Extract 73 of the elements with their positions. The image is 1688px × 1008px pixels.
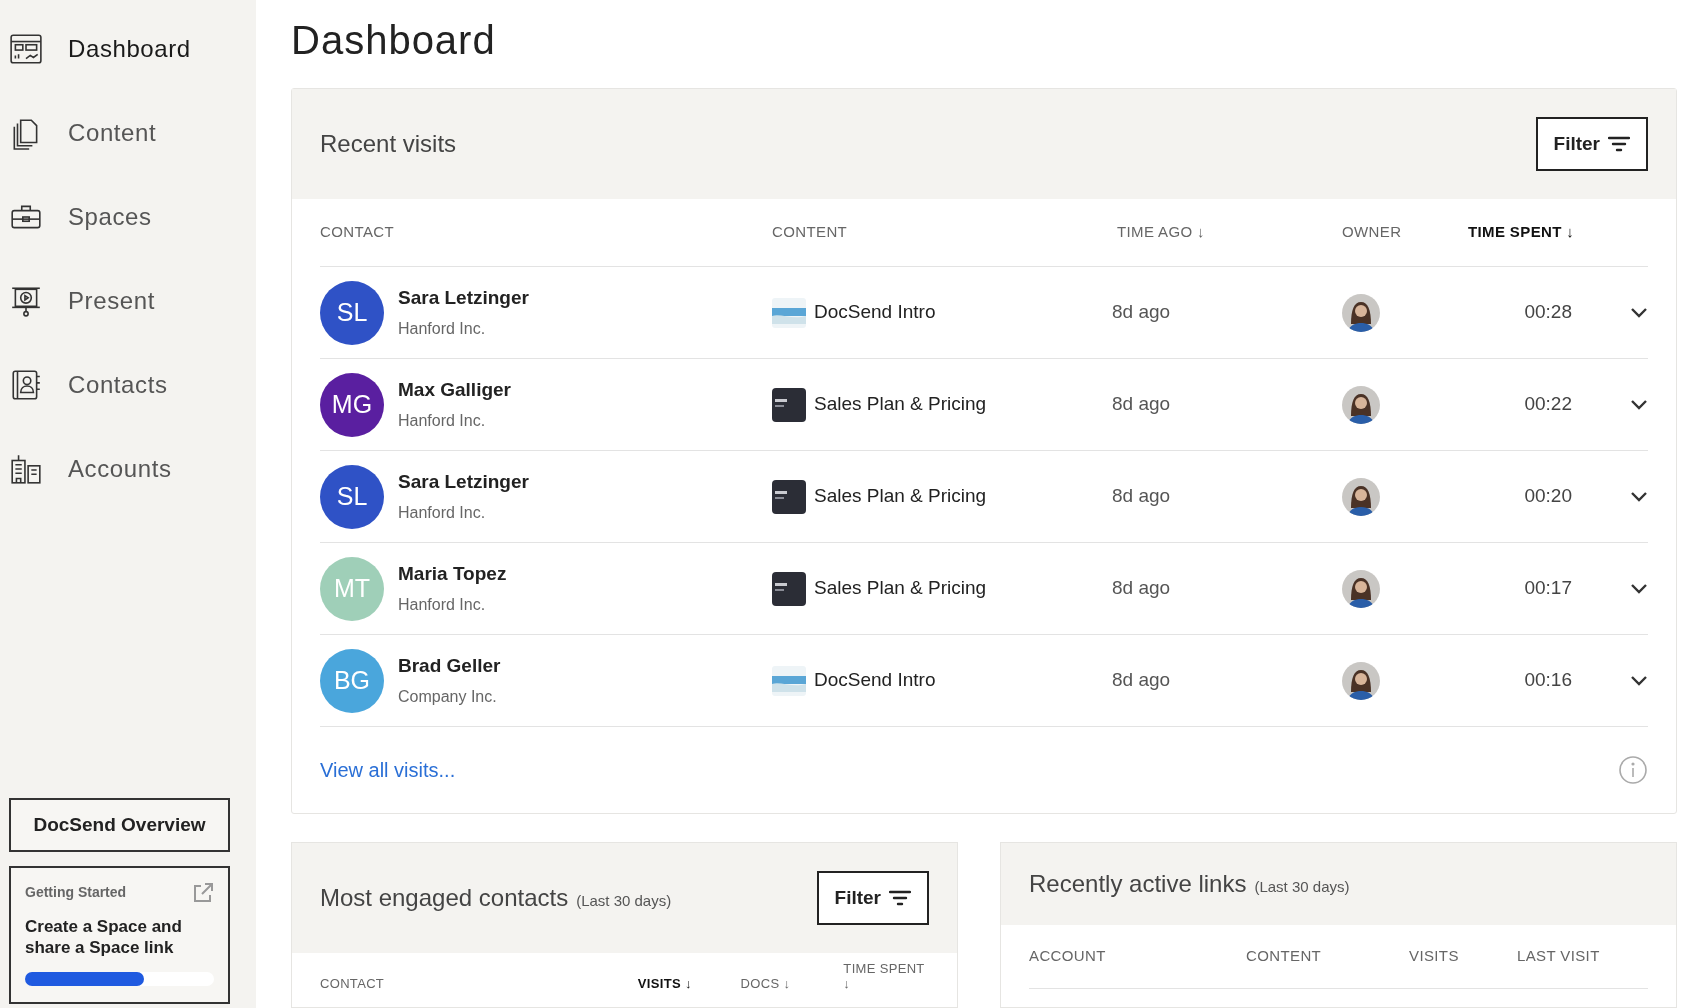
content-title[interactable]: DocSend Intro <box>814 666 936 695</box>
card-title: Recent visits <box>320 129 457 159</box>
company-name: Hanford Inc. <box>398 318 487 339</box>
time-spent: 00:22 <box>1523 392 1572 417</box>
time-ago: 8d ago <box>1112 576 1172 601</box>
task-text: Create a Space and share a Space link <box>25 916 183 958</box>
overview-button[interactable]: DocSend Overview <box>9 798 230 852</box>
filter-icon <box>1608 136 1630 152</box>
column-header[interactable]: CONTACT <box>320 221 772 244</box>
column-header[interactable]: LAST VISIT <box>1517 945 1647 968</box>
time-spent: 00:16 <box>1523 668 1572 693</box>
column-header[interactable]: TIME SPENT ↓ <box>843 961 929 991</box>
time-ago: 8d ago <box>1112 668 1172 693</box>
card-title: Recently active links <box>1029 869 1247 899</box>
column-header[interactable]: CONTENT <box>1246 945 1409 968</box>
contact-avatar: BG <box>320 648 384 713</box>
filter-button[interactable]: Filter <box>816 871 929 925</box>
present-nav-icon <box>9 284 43 318</box>
column-header[interactable]: VISITS ↓ <box>637 976 741 991</box>
dashboard-nav-icon <box>9 32 43 66</box>
accounts-nav-icon <box>9 452 43 486</box>
sidebar-item[interactable]: Content <box>9 115 230 151</box>
contact-name[interactable]: Max Galliger <box>398 376 511 405</box>
filter-button[interactable]: Filter <box>1535 117 1648 171</box>
card-subtitle: (Last 30 days) <box>576 891 672 911</box>
column-header[interactable]: CONTACT <box>320 976 638 991</box>
filter-icon <box>889 890 911 906</box>
company-name: Hanford Inc. <box>398 410 487 431</box>
column-header[interactable]: TIME AGO ↓ <box>1112 221 1342 244</box>
company-name: Company Inc. <box>398 686 498 707</box>
chevron-icon[interactable] <box>1630 398 1648 411</box>
chevron-icon[interactable] <box>1630 490 1648 503</box>
column-header[interactable]: DOCS ↓ <box>740 976 844 991</box>
time-spent: 00:17 <box>1523 576 1572 601</box>
time-spent: 00:28 <box>1523 300 1572 325</box>
external-link-icon[interactable] <box>192 882 214 904</box>
contact-name[interactable]: Brad Geller <box>398 652 501 681</box>
content-title[interactable]: Sales Plan & Pricing <box>814 390 987 419</box>
card-label: Getting Started <box>25 883 127 902</box>
contact-avatar: MT <box>320 556 384 621</box>
company-name: Hanford Inc. <box>398 594 487 615</box>
contact-avatar: SL <box>320 464 384 529</box>
contacts-nav-icon <box>9 368 43 402</box>
content-title[interactable]: DocSend Intro <box>814 298 936 327</box>
time-ago: 8d ago <box>1112 300 1172 325</box>
contact-avatar: MG <box>320 372 384 437</box>
sidebar-item[interactable]: Dashboard <box>9 31 230 67</box>
page-title: Dashboard <box>291 17 497 64</box>
company-name: Hanford Inc. <box>398 502 487 523</box>
contact-name[interactable]: Sara Letzinger <box>398 468 529 497</box>
sidebar-item[interactable]: Contacts <box>9 367 230 403</box>
contact-name[interactable]: Maria Topez <box>398 560 507 589</box>
time-ago: 8d ago <box>1112 392 1172 417</box>
column-header[interactable]: TIME SPENT ↓ <box>1462 221 1622 244</box>
card-title: Most engaged contacts <box>320 883 569 913</box>
content-title[interactable]: Sales Plan & Pricing <box>814 574 987 603</box>
content-title[interactable]: Sales Plan & Pricing <box>814 482 987 511</box>
sidebar-item[interactable]: Accounts <box>9 451 230 487</box>
view-all-link[interactable]: View all visits... <box>320 755 456 785</box>
time-spent: 00:20 <box>1523 484 1572 509</box>
time-ago: 8d ago <box>1112 484 1172 509</box>
contact-name[interactable]: Sara Letzinger <box>398 284 529 313</box>
chevron-icon[interactable] <box>1630 674 1648 687</box>
chevron-icon[interactable] <box>1630 306 1648 319</box>
column-header[interactable]: ACCOUNT <box>1029 945 1246 968</box>
column-header[interactable]: OWNER <box>1342 221 1462 244</box>
column-header[interactable]: VISITS <box>1409 945 1517 968</box>
column-header[interactable]: CONTENT <box>772 221 1112 244</box>
sidebar-item[interactable]: Present <box>9 283 230 319</box>
card-subtitle: (Last 30 days) <box>1254 877 1350 897</box>
chevron-icon[interactable] <box>1630 582 1648 595</box>
sidebar-item[interactable]: Spaces <box>9 199 230 235</box>
contact-avatar: SL <box>320 280 384 345</box>
